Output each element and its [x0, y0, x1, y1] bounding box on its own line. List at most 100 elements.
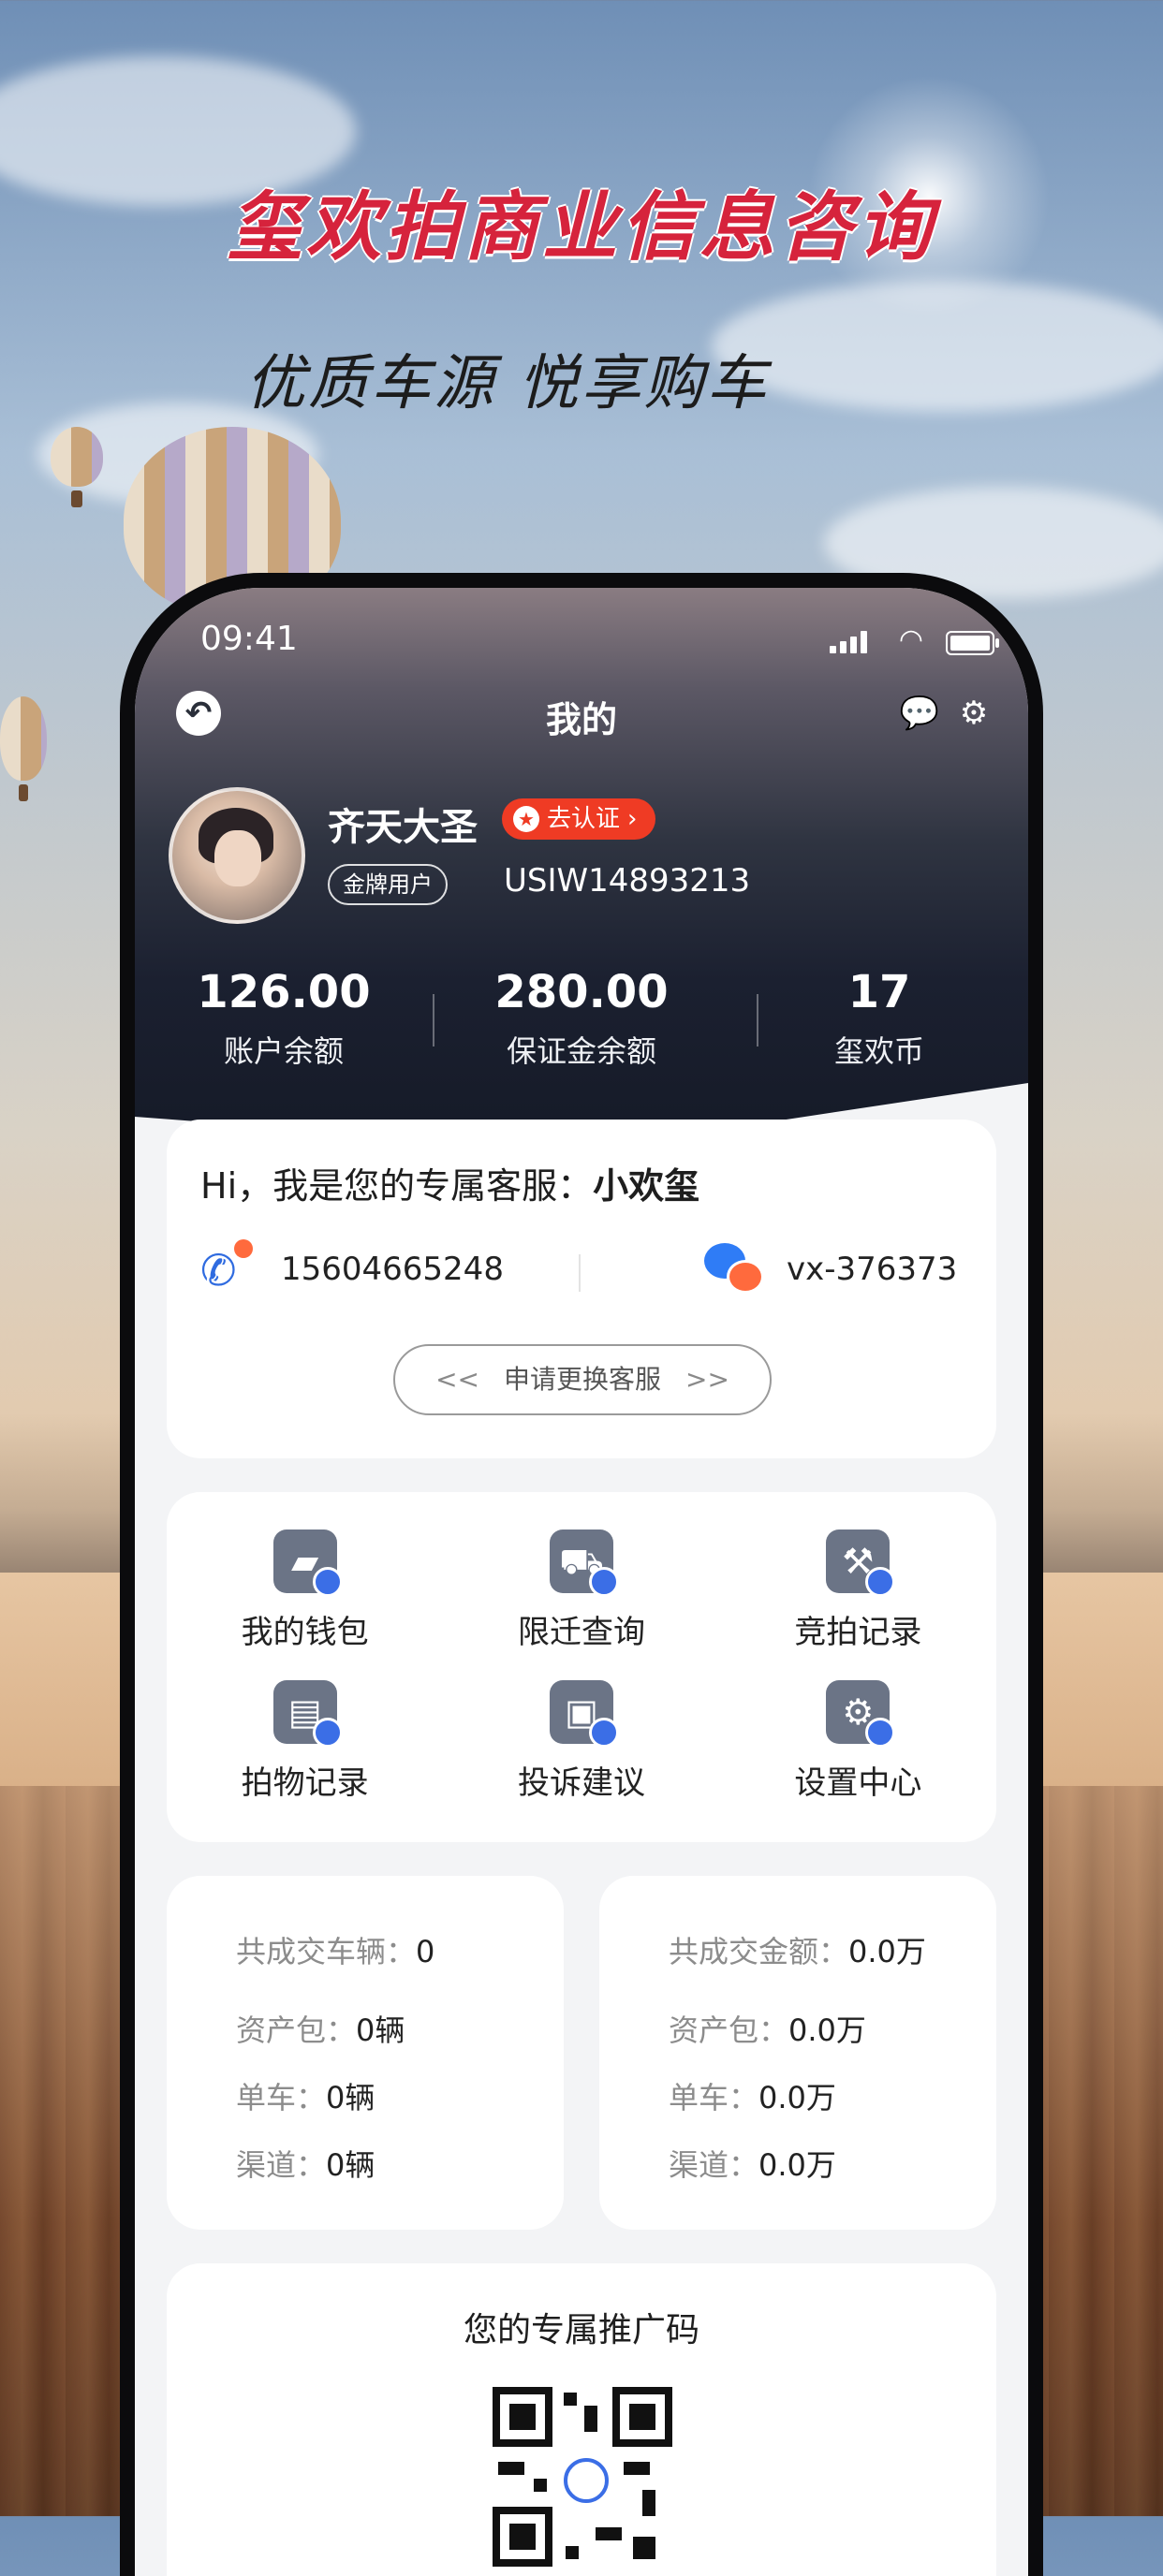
qr-module — [596, 2527, 622, 2540]
menu-item-feedback[interactable]: ▣ 投诉建议 — [443, 1680, 719, 1803]
vehicle-deal-card: 共成交车辆：0 资产包：0辆 单车：0辆 渠道：0辆 — [167, 1876, 564, 2230]
subhead: 优质车源 悦享购车 — [245, 349, 770, 418]
nav-bar: ↶ 我的 💬 ⚙ — [135, 681, 1028, 756]
change-agent-label: 申请更换客服 — [503, 1364, 661, 1395]
verify-button[interactable]: ★ 去认证 › — [502, 798, 656, 840]
wallet-icon: ▰ — [272, 1530, 343, 1597]
chevrons-left-icon: << — [435, 1364, 479, 1395]
document-search-icon: ▤ — [272, 1680, 343, 1748]
qr-module — [584, 2406, 597, 2432]
qr-module — [624, 2462, 650, 2475]
qr-module — [633, 2537, 655, 2559]
stat-value: 17 — [847, 966, 911, 1018]
battery-icon — [946, 631, 999, 655]
settings-icon[interactable]: ⚙ — [953, 693, 994, 734]
promo-title: 您的专属推广码 — [463, 2311, 699, 2349]
promo-code-card: 您的专属推广码 — [167, 2263, 996, 2576]
stat-account-balance[interactable]: 126.00 账户余额 — [135, 966, 433, 1088]
row-label: 渠道： — [669, 2147, 759, 2183]
chat-bubble — [727, 1260, 764, 1294]
deal-single-row: 单车：0.0万 — [669, 2074, 836, 2117]
accent-dot — [865, 1567, 896, 1597]
wechat-id[interactable]: vx-376373 — [787, 1251, 957, 1288]
menu-item-migration-query[interactable]: ⛟ 限迁查询 — [443, 1530, 719, 1652]
message-icon[interactable]: 💬 — [899, 693, 940, 734]
menu-label: 投诉建议 — [517, 1764, 645, 1802]
menu-item-auction-records[interactable]: ⚒ 竞拍记录 — [720, 1530, 996, 1652]
user-id: USIW14893213 — [504, 862, 751, 900]
menu-card: ▰ 我的钱包 ⛟ 限迁查询 ⚒ 竞拍记录 ▤ 拍物记录 ▣ 投诉建议 ⚙ 设置中… — [167, 1492, 996, 1842]
status-bar: 09:41 ◠ — [135, 610, 1028, 666]
qr-module — [566, 2546, 579, 2559]
deal-total-row: 共成交车辆：0 — [236, 1928, 434, 1971]
balance-stats: 126.00 账户余额 280.00 保证金余额 17 玺欢币 — [135, 966, 1028, 1088]
stat-coins[interactable]: 17 玺欢币 — [730, 966, 1028, 1088]
stat-label: 账户余额 — [223, 1033, 344, 1069]
menu-label: 我的钱包 — [241, 1614, 369, 1651]
qr-logo — [564, 2458, 609, 2503]
page-title: 我的 — [545, 699, 617, 740]
stat-value: 126.00 — [197, 966, 371, 1018]
row-value: 0.0万 — [848, 1934, 926, 1969]
verify-label: 去认证 — [547, 805, 621, 833]
qr-module — [642, 2490, 655, 2516]
avatar-face — [214, 830, 261, 886]
row-value: 0辆 — [356, 2012, 405, 2048]
deal-channel-row: 渠道：0.0万 — [669, 2142, 836, 2185]
menu-item-settings[interactable]: ⚙ 设置中心 — [720, 1680, 996, 1803]
menu-label: 拍物记录 — [241, 1764, 369, 1802]
menu-grid: ▰ 我的钱包 ⛟ 限迁查询 ⚒ 竞拍记录 ▤ 拍物记录 ▣ 投诉建议 ⚙ 设置中… — [167, 1530, 996, 1803]
wechat-icon[interactable] — [704, 1243, 764, 1295]
deal-package-row: 资产包：0.0万 — [669, 2007, 866, 2050]
phone-frame: 09:41 ◠ ↶ 我的 💬 ⚙ 齐天大圣 ★ 去认证 › 金牌用户 USIW1… — [120, 573, 1043, 2576]
row-label: 资产包： — [236, 2012, 357, 2048]
star-icon: ★ — [513, 806, 539, 832]
row-label: 资产包： — [669, 2012, 789, 2048]
row-value: 0 — [416, 1934, 435, 1969]
avatar[interactable] — [169, 787, 305, 924]
row-label: 共成交金额： — [669, 1934, 849, 1969]
change-agent-button[interactable]: << 申请更换客服 >> — [393, 1344, 772, 1415]
phone-number[interactable]: 15604665248 — [281, 1251, 504, 1288]
deal-package-row: 资产包：0辆 — [236, 2007, 405, 2050]
row-label: 单车： — [236, 2080, 327, 2115]
row-value: 0辆 — [326, 2080, 375, 2115]
row-value: 0.0万 — [758, 2080, 836, 2115]
app-screen: 09:41 ◠ ↶ 我的 💬 ⚙ 齐天大圣 ★ 去认证 › 金牌用户 USIW1… — [135, 588, 1028, 2576]
row-value: 0辆 — [326, 2147, 375, 2183]
box-pen-icon: ▣ — [549, 1680, 619, 1748]
headline: 玺欢拍商业信息咨询 — [228, 183, 935, 271]
member-tag: 金牌用户 — [328, 864, 448, 905]
hot-air-balloon — [51, 427, 103, 507]
qr-finder — [612, 2387, 672, 2447]
qr-code[interactable] — [493, 2387, 672, 2567]
deal-single-row: 单车：0辆 — [236, 2074, 375, 2117]
username: 齐天大圣 — [328, 806, 478, 849]
row-value: 0.0万 — [788, 2012, 866, 2048]
divider — [579, 1254, 581, 1292]
accent-dot — [588, 1718, 619, 1748]
deal-channel-row: 渠道：0辆 — [236, 2142, 375, 2185]
accent-dot — [312, 1718, 343, 1748]
stat-deposit-balance[interactable]: 280.00 保证金余额 — [433, 966, 730, 1088]
menu-label: 设置中心 — [794, 1764, 922, 1802]
row-label: 渠道： — [236, 2147, 327, 2183]
qr-module — [534, 2479, 547, 2492]
stat-value: 280.00 — [494, 966, 669, 1018]
agent-name: 小欢玺 — [593, 1165, 700, 1207]
stat-label: 玺欢币 — [833, 1033, 924, 1069]
menu-item-wallet[interactable]: ▰ 我的钱包 — [167, 1530, 443, 1652]
stat-label: 保证金余额 — [506, 1033, 656, 1069]
wifi-icon: ◠ — [898, 623, 923, 656]
greeting-text: Hi，我是您的专属客服： — [200, 1165, 594, 1207]
profile-header: 齐天大圣 ★ 去认证 › 金牌用户 USIW14893213 — [169, 787, 994, 928]
gear-icon: ⚙ — [826, 1680, 896, 1748]
accent-dot — [588, 1567, 619, 1597]
car-search-icon: ⛟ — [549, 1530, 619, 1597]
menu-item-item-records[interactable]: ▤ 拍物记录 — [167, 1680, 443, 1803]
accent-dot — [865, 1718, 896, 1748]
qr-module — [564, 2393, 577, 2406]
chevrons-right-icon: >> — [685, 1364, 729, 1395]
service-card: Hi，我是您的专属客服：小欢玺 ✆ 15604665248 vx-376373 … — [167, 1120, 996, 1458]
row-value: 0.0万 — [758, 2147, 836, 2183]
